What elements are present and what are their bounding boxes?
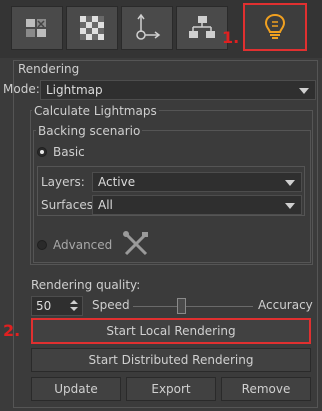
- remove-button[interactable]: Remove: [221, 377, 311, 401]
- tab-animation[interactable]: [121, 6, 173, 50]
- quality-slider[interactable]: [133, 297, 253, 315]
- advanced-radio[interactable]: [37, 240, 47, 250]
- calculate-lightmaps-label: Calculate Lightmaps: [32, 104, 159, 118]
- tools-icon[interactable]: [122, 230, 150, 261]
- surfaces-value: All: [98, 198, 113, 212]
- hierarchy-icon: [188, 15, 216, 41]
- layers-value: Active: [98, 175, 136, 189]
- rendering-panel: 1. Rendering Mode: Lightmap Calculate Li…: [0, 0, 322, 411]
- tab-lighting[interactable]: [243, 3, 307, 51]
- tab-materials[interactable]: [66, 6, 118, 50]
- accuracy-label: Accuracy: [258, 298, 313, 312]
- speed-label: Speed: [92, 298, 130, 312]
- checkerboard-icon: [80, 16, 104, 40]
- layers-select[interactable]: Active: [92, 172, 302, 192]
- rendering-group-label: Rendering: [18, 62, 80, 76]
- layers-label: Layers:: [41, 175, 85, 189]
- step-1-marker: 1.: [222, 28, 240, 47]
- rendering-quality-label: Rendering quality:: [31, 278, 141, 292]
- start-distributed-rendering-button[interactable]: Start Distributed Rendering: [31, 348, 311, 372]
- path-flow-icon: [132, 13, 162, 43]
- basic-radio[interactable]: [37, 147, 47, 157]
- advanced-label: Advanced: [53, 238, 113, 252]
- icon-toolbar: 1.: [0, 0, 322, 58]
- mode-select[interactable]: Lightmap: [40, 80, 316, 100]
- export-button[interactable]: Export: [126, 377, 216, 401]
- lightbulb-icon: [264, 13, 286, 41]
- quality-spinbox[interactable]: 50: [31, 296, 83, 316]
- tab-geometry[interactable]: [11, 6, 63, 50]
- quality-value: 50: [36, 299, 52, 313]
- chevron-down-icon: [285, 203, 295, 209]
- start-local-rendering-button[interactable]: Start Local Rendering: [31, 318, 311, 344]
- spin-down-icon[interactable]: [70, 307, 78, 311]
- mode-label: Mode:: [3, 82, 40, 96]
- backing-scenario-label: Backing scenario: [36, 124, 143, 138]
- basic-label: Basic: [53, 145, 85, 159]
- surfaces-label: Surfaces:: [41, 198, 98, 212]
- tab-hierarchy[interactable]: [176, 6, 228, 50]
- surfaces-select[interactable]: All: [92, 195, 302, 215]
- spin-up-icon[interactable]: [70, 300, 78, 304]
- slider-track: [133, 306, 253, 307]
- mode-value: Lightmap: [46, 83, 103, 97]
- step-2-marker: 2.: [3, 321, 21, 340]
- update-button[interactable]: Update: [31, 377, 121, 401]
- chevron-down-icon: [299, 88, 309, 94]
- slider-thumb[interactable]: [177, 298, 186, 314]
- chevron-down-icon: [285, 180, 295, 186]
- puzzle-icon: [24, 15, 50, 41]
